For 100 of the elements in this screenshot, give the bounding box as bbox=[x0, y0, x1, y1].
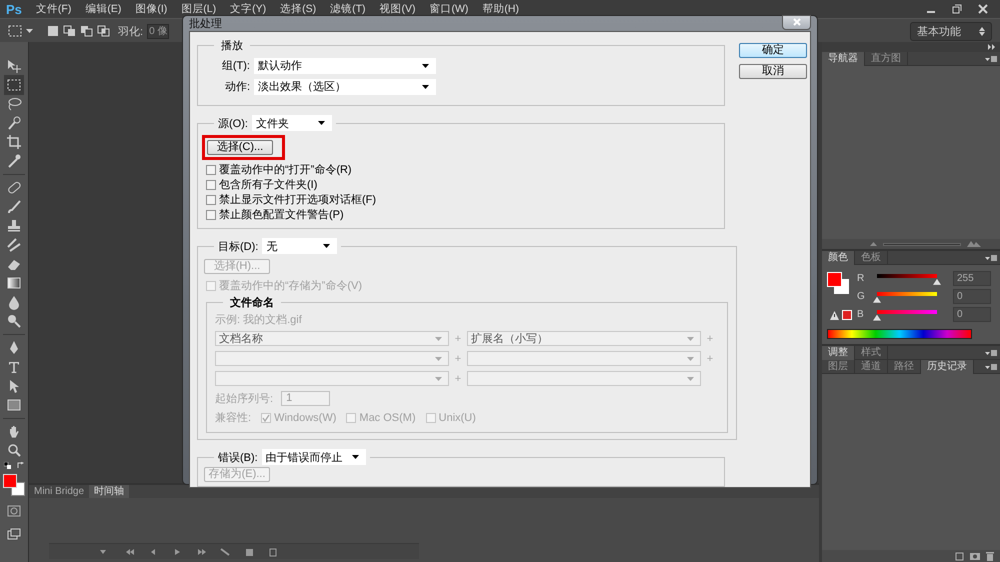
feather-label: 羽化: bbox=[118, 24, 144, 38]
new-selection-icon[interactable] bbox=[47, 25, 59, 37]
panel-tab[interactable]: 导航器 bbox=[822, 52, 865, 66]
checkbox-label: Mac OS(M) bbox=[359, 412, 416, 424]
workspace-dropdown[interactable]: 基本功能 bbox=[910, 22, 992, 40]
dialog-button[interactable]: 确定 bbox=[739, 43, 807, 58]
quick-mask-icon[interactable] bbox=[7, 505, 21, 517]
checkbox-label: 覆盖动作中的“打开”命令(R) bbox=[219, 162, 352, 177]
channel-value-field[interactable]: 255 bbox=[953, 271, 991, 286]
subtract-selection-icon[interactable] bbox=[80, 25, 93, 37]
marquee-icon[interactable] bbox=[6, 77, 22, 93]
dropdown[interactable]: 文件夹 bbox=[252, 115, 332, 131]
screen-mode-icon[interactable] bbox=[7, 528, 21, 540]
color-spectrum[interactable] bbox=[827, 328, 972, 339]
swap-icon[interactable] bbox=[17, 462, 24, 469]
drop-icon[interactable] bbox=[6, 294, 22, 310]
field-label: 兼容性: bbox=[215, 410, 252, 425]
add-selection-icon[interactable] bbox=[63, 25, 76, 37]
menu-item[interactable]: 帮助(H) bbox=[482, 2, 519, 16]
panel-tab[interactable]: 时间轴 bbox=[89, 485, 130, 498]
intersect-selection-icon[interactable] bbox=[97, 25, 110, 37]
dropdown[interactable]: 默认动作 bbox=[254, 58, 436, 74]
panel-tab[interactable]: 色板 bbox=[855, 250, 888, 264]
menu-item[interactable]: 编辑(E) bbox=[85, 2, 122, 16]
group-legend: 播放 bbox=[218, 38, 246, 53]
channel-value-field[interactable]: 0 bbox=[953, 289, 991, 304]
dialog-button[interactable]: 取消 bbox=[739, 64, 807, 79]
zoom-icon[interactable] bbox=[6, 443, 22, 459]
caret-icon bbox=[422, 64, 429, 68]
new-frame-icon[interactable] bbox=[243, 546, 255, 556]
dropdown[interactable]: 淡出效果（选区） bbox=[254, 78, 436, 94]
panel-tab[interactable]: 历史记录 bbox=[921, 360, 974, 374]
menu-item[interactable]: 视图(V) bbox=[380, 2, 416, 16]
panel-tab[interactable]: 直方图 bbox=[865, 52, 908, 66]
restore-icon[interactable] bbox=[952, 4, 962, 14]
crop-icon[interactable] bbox=[6, 134, 22, 150]
channel-label: B bbox=[857, 309, 865, 320]
rectangle-icon[interactable] bbox=[6, 397, 22, 413]
caret-icon bbox=[687, 376, 694, 380]
type-icon[interactable] bbox=[6, 359, 22, 375]
caret-icon bbox=[687, 336, 694, 340]
dropdown[interactable]: 由于错误而停止 bbox=[262, 449, 366, 465]
panel-menu-icon[interactable] bbox=[985, 348, 997, 356]
slider-thumb[interactable] bbox=[933, 278, 941, 285]
panel-menu-icon[interactable] bbox=[985, 362, 997, 370]
panel-menu-icon[interactable] bbox=[985, 54, 997, 62]
brush-icon[interactable] bbox=[6, 199, 22, 215]
lasso-icon[interactable] bbox=[6, 96, 22, 112]
default-colors-icon[interactable] bbox=[4, 462, 11, 469]
camera-icon[interactable] bbox=[970, 552, 980, 560]
dialog-title: 批处理 bbox=[189, 17, 222, 31]
choose-button[interactable]: 选择(C)... bbox=[207, 140, 273, 155]
caret-icon bbox=[435, 356, 442, 360]
move-icon[interactable] bbox=[6, 58, 22, 74]
plus-sign: + bbox=[454, 352, 462, 364]
checkbox-label: Windows(W) bbox=[274, 412, 336, 424]
menu-item[interactable]: 滤镜(T) bbox=[330, 2, 366, 16]
menu-item[interactable]: 窗口(W) bbox=[430, 2, 468, 16]
channel-label: G bbox=[857, 291, 865, 302]
checkbox[interactable] bbox=[206, 210, 216, 220]
checkbox[interactable] bbox=[206, 194, 216, 204]
bandage-icon[interactable] bbox=[6, 180, 22, 196]
channel-value-field[interactable]: 0 bbox=[953, 307, 991, 322]
caret-icon bbox=[318, 121, 325, 125]
menu-item[interactable]: 选择(S) bbox=[280, 2, 316, 16]
small-mountain-icon[interactable] bbox=[870, 242, 877, 246]
checkbox[interactable] bbox=[206, 180, 216, 190]
panel-menu-icon[interactable] bbox=[985, 254, 997, 262]
dropdown[interactable]: 无 bbox=[262, 238, 338, 254]
caret-icon[interactable] bbox=[26, 29, 33, 33]
next-frame-icon[interactable] bbox=[195, 546, 207, 556]
stamp-icon[interactable] bbox=[6, 218, 22, 234]
color-swatches[interactable] bbox=[3, 474, 25, 496]
gamut-swatch[interactable] bbox=[842, 310, 852, 320]
new-document-icon[interactable] bbox=[955, 552, 964, 560]
close-icon[interactable] bbox=[978, 4, 988, 14]
menu-item[interactable]: 图像(I) bbox=[135, 2, 168, 16]
history-brush-icon[interactable] bbox=[6, 237, 22, 253]
close-icon bbox=[792, 18, 800, 26]
caret-icon bbox=[422, 84, 429, 88]
large-mountain-icon[interactable] bbox=[967, 241, 981, 247]
panel-tab[interactable]: 颜色 bbox=[822, 250, 855, 264]
gradient-icon[interactable] bbox=[6, 275, 22, 291]
eyedropper-icon[interactable] bbox=[6, 153, 22, 169]
menu-item[interactable]: 图层(L) bbox=[181, 2, 216, 16]
menu-item[interactable]: 文件(F) bbox=[36, 2, 72, 16]
menu-item[interactable]: 文字(Y) bbox=[230, 2, 266, 16]
check-icon bbox=[262, 414, 270, 422]
quick-select-icon[interactable] bbox=[6, 115, 22, 131]
close-button[interactable] bbox=[782, 14, 811, 30]
checkbox[interactable] bbox=[206, 164, 216, 174]
slider-thumb[interactable] bbox=[873, 314, 881, 321]
dodge-icon[interactable] bbox=[6, 313, 22, 329]
marquee-icon[interactable] bbox=[8, 25, 22, 37]
panel-tab[interactable]: Mini Bridge bbox=[29, 485, 90, 498]
color-swatches[interactable] bbox=[827, 272, 849, 294]
slider-thumb[interactable] bbox=[873, 296, 881, 303]
feather-field[interactable]: 0 像 bbox=[147, 24, 170, 38]
plus-sign: + bbox=[706, 332, 714, 344]
panel-tab[interactable]: 调整 bbox=[822, 346, 855, 360]
